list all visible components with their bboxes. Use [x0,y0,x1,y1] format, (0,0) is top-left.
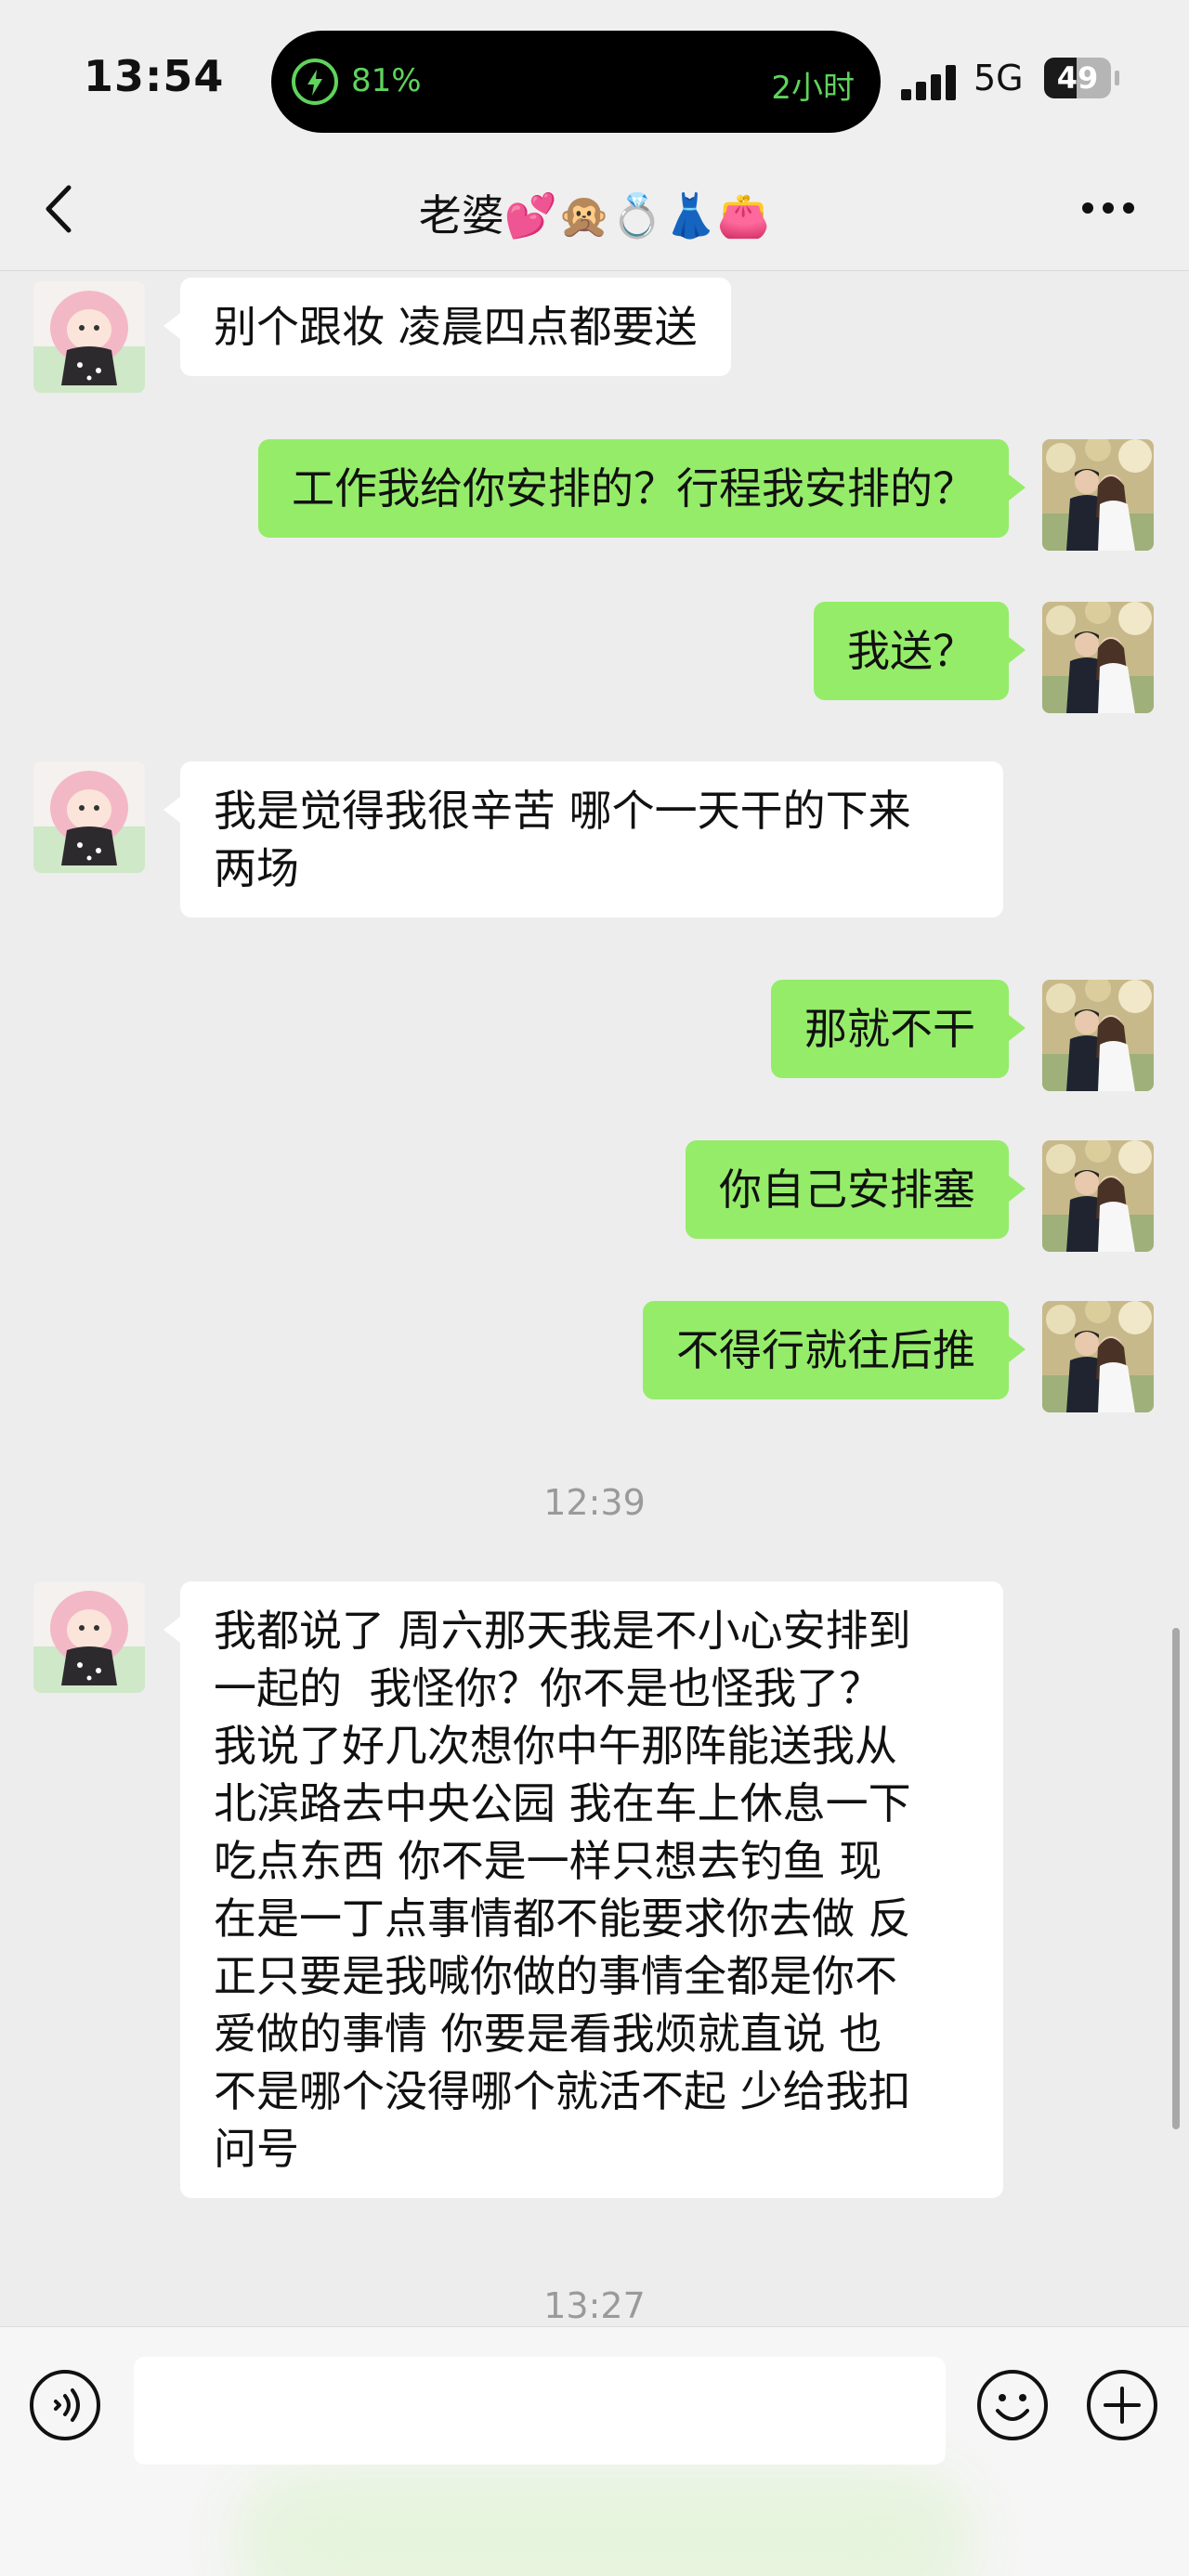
contact-avatar[interactable] [33,281,145,393]
network-type: 5G [973,58,1024,98]
signal-bars-icon [901,63,960,100]
battery-cap [1115,71,1119,85]
voice-input-icon[interactable] [28,2368,102,2442]
emoji-icon[interactable] [975,2368,1050,2442]
sent-message[interactable]: 不得行就往后推 [643,1301,1026,1399]
dynamic-island[interactable]: 81% 2小时 [271,31,881,133]
chat-title: 老婆💕🙊💍👗👛 [418,190,771,241]
contact-avatar[interactable] [33,761,145,873]
contact-avatar[interactable] [33,1581,145,1693]
my-avatar[interactable] [1042,1140,1154,1252]
received-message[interactable]: 我都说了 周六那天我是不小心安排到 一起的 我怪你？你不是也怪我了？ 我说了好几… [163,1581,1003,2198]
status-time: 13:54 [84,51,225,101]
chat-screen: 13:54 81% 2小时 5G 49 老婆💕🙊💍👗👛 别个跟妆 凌晨四点都要送… [0,0,1189,2576]
my-avatar[interactable] [1042,602,1154,713]
sent-message[interactable]: 你自己安排塞 [686,1140,1026,1239]
received-message[interactable]: 别个跟妆 凌晨四点都要送 [163,278,731,376]
sent-message[interactable]: 工作我给你安排的？行程我安排的？ [258,439,1026,538]
message-timestamp: 12:39 [543,1482,646,1523]
island-duration: 2小时 [771,70,855,107]
my-avatar[interactable] [1042,1301,1154,1412]
chat-header: 老婆💕🙊💍👗👛 [0,149,1189,271]
sent-message[interactable]: 我送？ [814,602,1026,700]
message-timestamp: 13:27 [543,2285,646,2326]
sent-message[interactable]: 那就不干 [771,980,1026,1078]
my-avatar[interactable] [1042,439,1154,551]
island-battery-percent: 81% [351,62,422,99]
message-input[interactable] [134,2357,946,2465]
chat-scrollbar[interactable] [1172,1628,1180,2129]
battery-icon: 49 [1044,58,1111,98]
message-list[interactable]: 别个跟妆 凌晨四点都要送 工作我给你安排的？行程我安排的？ 我送？ 我是觉得我很… [0,272,1189,2326]
my-avatar[interactable] [1042,980,1154,1091]
more-dots-icon[interactable] [1082,202,1142,217]
received-message[interactable]: 我是觉得我很辛苦 哪个一天干的下来 两场 [163,761,1003,917]
charging-bolt-icon [292,59,338,105]
input-bar [0,2326,1189,2576]
input-bar-glow [232,2466,975,2576]
status-bar: 13:54 81% 2小时 5G 49 [0,0,1189,149]
battery-level: 49 [1056,60,1099,96]
plus-icon[interactable] [1085,2368,1159,2442]
